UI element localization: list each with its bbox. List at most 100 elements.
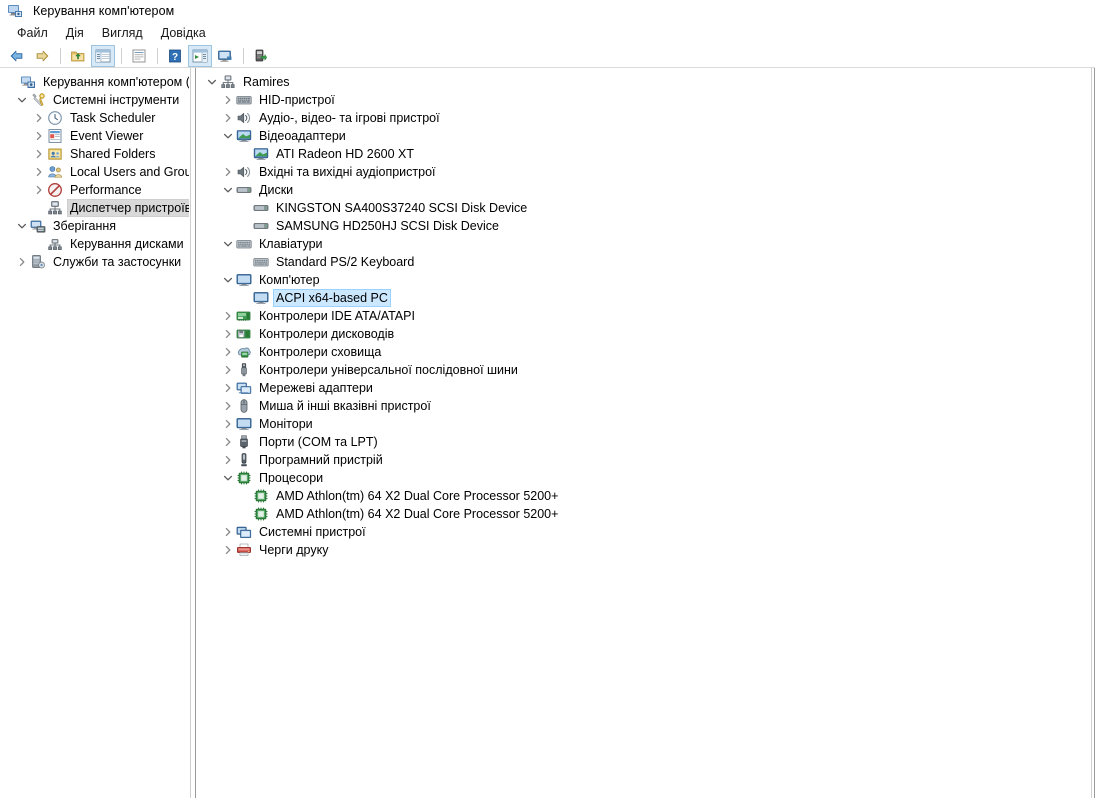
device-manager-icon [47, 200, 63, 216]
console-tree-pane[interactable]: Керування комп'ютером (лок Системні інстр… [0, 68, 190, 798]
menu-view[interactable]: Вигляд [93, 24, 152, 42]
console-tree-item-row[interactable]: Performance [0, 181, 189, 199]
arrow-right-icon [34, 48, 50, 64]
device-tree-item-label: Контролери IDE ATA/ATAPI [259, 309, 415, 323]
device-tree[interactable]: Ramires HID-пристрої Аудіо-, відео- та ігр… [196, 73, 1094, 559]
add-legacy-hardware-button[interactable] [249, 45, 273, 67]
device-tree-item-row[interactable]: Відеоадаптери [196, 127, 1094, 145]
device-tree-item-row[interactable]: ACPI x64-based PC [196, 289, 1094, 307]
chevron-down-icon[interactable] [220, 469, 236, 487]
console-tree-item-row[interactable]: Event Viewer [0, 127, 189, 145]
device-tree-item-row[interactable]: Вхідні та вихідні аудіопристрої [196, 163, 1094, 181]
device-tree-item-row[interactable]: Монітори [196, 415, 1094, 433]
console-tree-item-label: Shared Folders [70, 147, 156, 161]
menu-help[interactable]: Довідка [152, 24, 215, 42]
device-tree-item-row[interactable]: Порти (COM та LPT) [196, 433, 1094, 451]
hid-icon [236, 92, 252, 108]
console-tree-item-row[interactable]: Local Users and Groups [0, 163, 189, 181]
console-tree-item-row[interactable]: Shared Folders [0, 145, 189, 163]
device-tree-item-row[interactable]: Миша й інші вказівні пристрої [196, 397, 1094, 415]
device-tree-item-label: Клавіатури [259, 237, 323, 251]
console-tree-item-row[interactable]: Task Scheduler [0, 109, 189, 127]
device-tree-item-row[interactable]: Контролери дисководів [196, 325, 1094, 343]
chevron-right-icon[interactable] [220, 451, 236, 469]
device-tree-item-row[interactable]: Процесори [196, 469, 1094, 487]
chevron-down-icon[interactable] [220, 127, 236, 145]
chevron-right-icon[interactable] [220, 361, 236, 379]
console-tree[interactable]: Керування комп'ютером (лок Системні інстр… [0, 73, 189, 271]
question-mark-icon: ? [167, 48, 183, 64]
device-tree-item-label: Standard PS/2 Keyboard [276, 255, 415, 269]
chevron-right-icon[interactable] [220, 379, 236, 397]
chevron-right-icon[interactable] [14, 253, 30, 271]
chevron-down-icon[interactable] [204, 73, 220, 91]
chevron-down-icon[interactable] [220, 235, 236, 253]
chevron-right-icon[interactable] [220, 325, 236, 343]
console-tree-item-row[interactable]: Керування комп'ютером (лок [0, 73, 189, 91]
device-tree-item-row[interactable]: Черги друку [196, 541, 1094, 559]
device-tree-item-row[interactable]: Програмний пристрій [196, 451, 1094, 469]
chevron-right-icon[interactable] [31, 127, 47, 145]
console-tree-item-row[interactable]: Зберігання [0, 217, 189, 235]
disk-drive-icon [253, 200, 269, 216]
chevron-down-icon[interactable] [220, 271, 236, 289]
device-tree-item-row[interactable]: Диски [196, 181, 1094, 199]
device-tree-item-row[interactable]: Контролери IDE ATA/ATAPI [196, 307, 1094, 325]
chevron-right-icon[interactable] [220, 541, 236, 559]
chevron-right-icon[interactable] [220, 109, 236, 127]
show-hide-console-tree-button[interactable] [91, 44, 115, 67]
chevron-down-icon[interactable] [14, 91, 30, 109]
ide-controller-icon [236, 308, 252, 324]
device-tree-item-row[interactable]: AMD Athlon(tm) 64 X2 Dual Core Processor… [196, 505, 1094, 523]
chevron-down-icon[interactable] [14, 217, 30, 235]
network-adapter-icon [236, 380, 252, 396]
chevron-right-icon[interactable] [220, 523, 236, 541]
chevron-right-icon[interactable] [31, 109, 47, 127]
chevron-right-icon[interactable] [31, 181, 47, 199]
chevron-right-icon[interactable] [220, 343, 236, 361]
console-tree-item-row[interactable]: Диспетчер пристроїв [0, 199, 189, 217]
back-button[interactable] [5, 45, 29, 67]
device-tree-item-row[interactable]: Мережеві адаптери [196, 379, 1094, 397]
show-hide-action-pane-button[interactable] [188, 44, 212, 67]
chevron-right-icon[interactable] [31, 145, 47, 163]
console-tree-item-row[interactable]: Системні інструменти [0, 91, 189, 109]
device-tree-item-row[interactable]: Контролери сховища [196, 343, 1094, 361]
console-tree-item-row[interactable]: Керування дисками [0, 235, 189, 253]
console-tree-item-label: Керування дисками [70, 237, 184, 251]
device-tree-item-row[interactable]: Ramires [196, 73, 1094, 91]
chevron-right-icon[interactable] [220, 91, 236, 109]
forward-button[interactable] [30, 45, 54, 67]
chevron-right-icon[interactable] [220, 163, 236, 181]
toolbar-separator-1 [60, 47, 61, 64]
menu-action[interactable]: Дія [57, 24, 93, 42]
help-button[interactable]: ? [163, 45, 187, 67]
device-tree-item-row[interactable]: Системні пристрої [196, 523, 1094, 541]
device-tree-item-row[interactable]: HID-пристрої [196, 91, 1094, 109]
chevron-right-icon[interactable] [220, 397, 236, 415]
device-tree-item-row[interactable]: AMD Athlon(tm) 64 X2 Dual Core Processor… [196, 487, 1094, 505]
console-tree-item-row[interactable]: Служби та застосунки [0, 253, 189, 271]
chevron-right-icon[interactable] [220, 433, 236, 451]
up-one-level-button[interactable] [66, 45, 90, 67]
device-tree-item-row[interactable]: Комп'ютер [196, 271, 1094, 289]
device-tree-item-row[interactable]: ATI Radeon HD 2600 XT [196, 145, 1094, 163]
device-tree-item-row[interactable]: Контролери універсальної послідовної шин… [196, 361, 1094, 379]
device-tree-item-row[interactable]: KINGSTON SA400S37240 SCSI Disk Device [196, 199, 1094, 217]
chevron-right-icon[interactable] [220, 415, 236, 433]
twisty-placeholder [237, 217, 253, 235]
device-tree-item-row[interactable]: Аудіо-, відео- та ігрові пристрої [196, 109, 1094, 127]
device-tree-item-row[interactable]: Standard PS/2 Keyboard [196, 253, 1094, 271]
chevron-right-icon[interactable] [220, 307, 236, 325]
software-device-icon [236, 452, 252, 468]
device-tree-item-row[interactable]: SAMSUNG HD250HJ SCSI Disk Device [196, 217, 1094, 235]
device-tree-item-label: KINGSTON SA400S37240 SCSI Disk Device [276, 201, 528, 215]
chevron-right-icon[interactable] [31, 163, 47, 181]
scan-for-hardware-changes-button[interactable] [213, 45, 237, 67]
menu-file[interactable]: Файл [8, 24, 57, 42]
chevron-down-icon[interactable] [220, 181, 236, 199]
properties-button[interactable] [127, 45, 151, 67]
device-manager-pane[interactable]: Ramires HID-пристрої Аудіо-, відео- та ігр… [196, 68, 1095, 798]
device-tree-item-label: Мережеві адаптери [259, 381, 373, 395]
device-tree-item-row[interactable]: Клавіатури [196, 235, 1094, 253]
